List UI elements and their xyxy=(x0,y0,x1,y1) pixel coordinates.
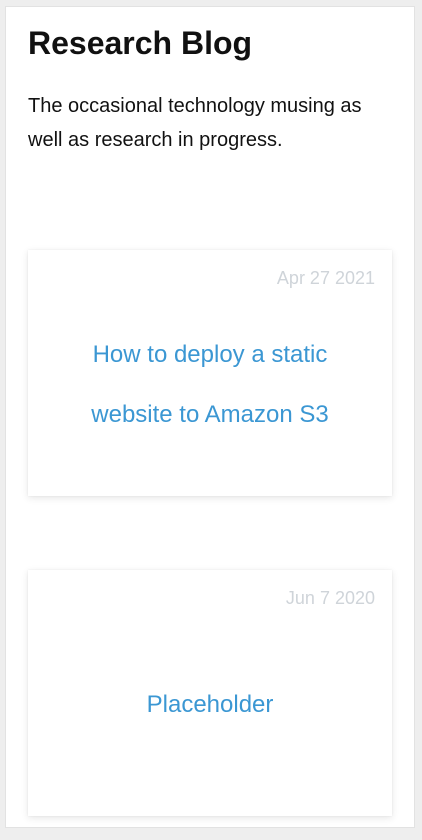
post-date: Apr 27 2021 xyxy=(276,268,375,288)
post-card: Jun 7 2020 Placeholder xyxy=(28,570,392,816)
post-date: Jun 7 2020 xyxy=(285,588,375,608)
page-description: The occasional technology musing as well… xyxy=(28,95,362,151)
post-title-link[interactable]: Placeholder xyxy=(58,675,362,735)
post-title-link[interactable]: How to deploy a static website to Amazon… xyxy=(58,325,362,445)
post-card: Apr 27 2021 How to deploy a static websi… xyxy=(28,250,392,496)
page-title: Research Blog xyxy=(28,25,253,61)
page-container: Research Blog The occasional technology … xyxy=(5,6,415,828)
